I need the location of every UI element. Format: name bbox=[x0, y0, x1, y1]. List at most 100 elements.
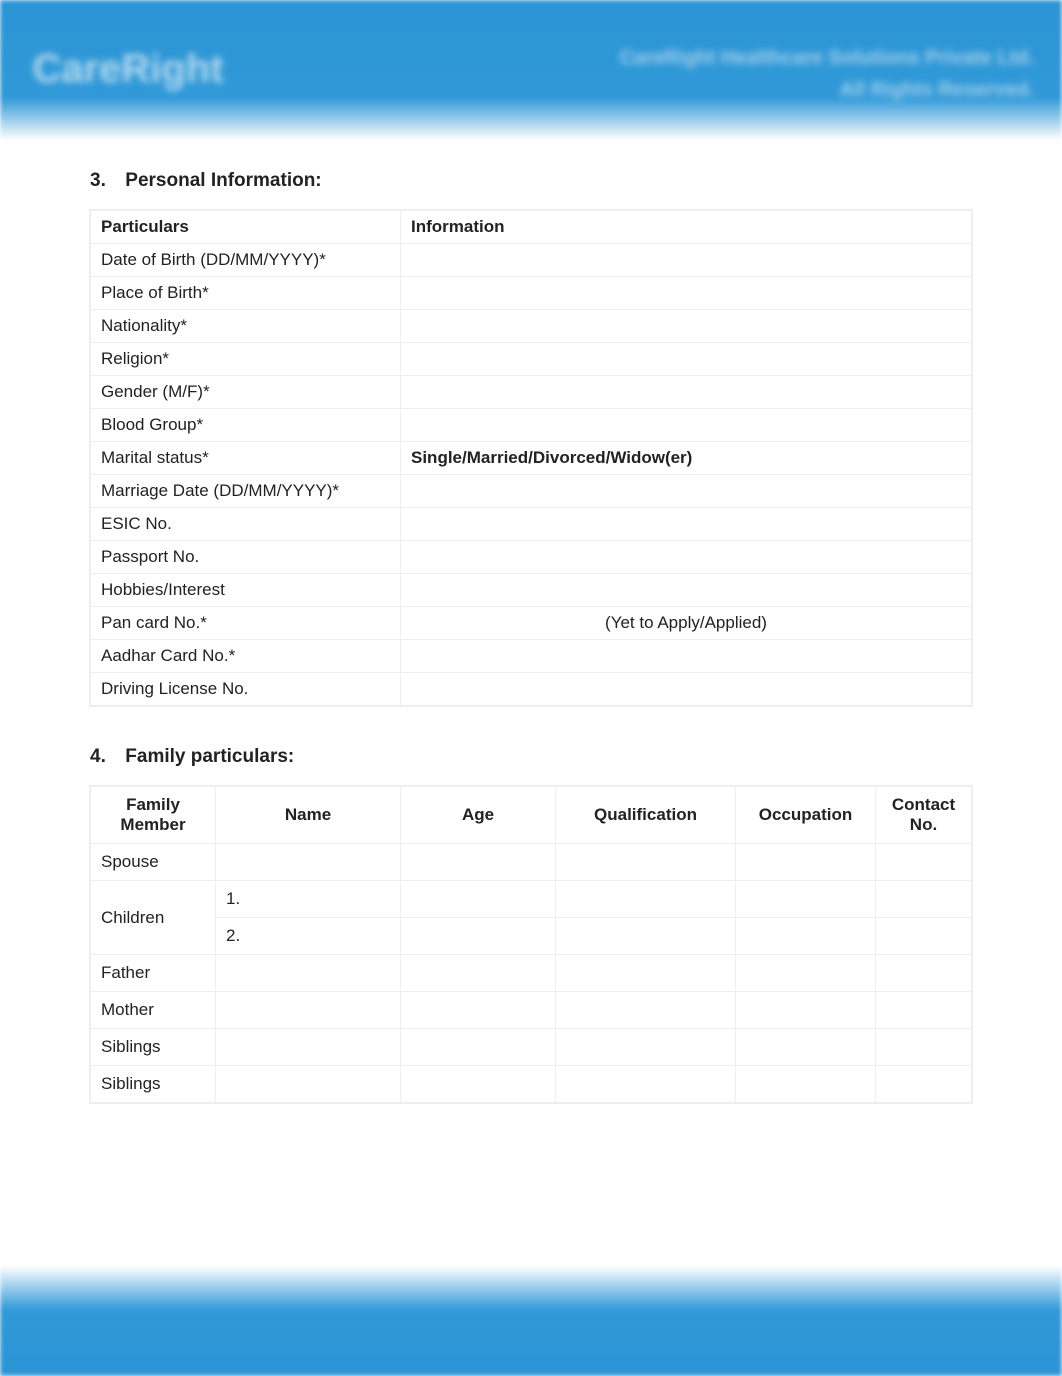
section4-number: 4. bbox=[90, 746, 120, 768]
family-contact-cell[interactable] bbox=[876, 955, 972, 992]
information-cell[interactable] bbox=[401, 673, 972, 706]
family-occupation-cell[interactable] bbox=[736, 844, 876, 881]
personal-info-table: Particulars Information Date of Birth (D… bbox=[90, 210, 972, 706]
table-row: Aadhar Card No.* bbox=[91, 640, 972, 673]
table-row: Passport No. bbox=[91, 541, 972, 574]
section3-number: 3. bbox=[90, 170, 120, 192]
fam-col-qualification-header: Qualification bbox=[556, 787, 736, 844]
information-cell[interactable] bbox=[401, 640, 972, 673]
section3-title-text: Personal Information: bbox=[125, 170, 321, 191]
family-member-cell: Mother bbox=[91, 992, 216, 1029]
fam-col-member-header: Family Member bbox=[91, 787, 216, 844]
information-cell[interactable] bbox=[401, 310, 972, 343]
family-contact-cell[interactable] bbox=[876, 1029, 972, 1066]
family-contact-cell[interactable] bbox=[876, 881, 972, 918]
family-contact-cell[interactable] bbox=[876, 992, 972, 1029]
particulars-cell: Date of Birth (DD/MM/YYYY)* bbox=[91, 244, 401, 277]
family-occupation-cell[interactable] bbox=[736, 1029, 876, 1066]
particulars-cell: Blood Group* bbox=[91, 409, 401, 442]
family-age-cell[interactable] bbox=[401, 992, 556, 1029]
information-cell[interactable]: (Yet to Apply/Applied) bbox=[401, 607, 972, 640]
fam-col-contact-header: Contact No. bbox=[876, 787, 972, 844]
family-name-cell[interactable] bbox=[216, 1066, 401, 1103]
table-row: Date of Birth (DD/MM/YYYY)* bbox=[91, 244, 972, 277]
family-name-cell[interactable]: 1. bbox=[216, 881, 401, 918]
table-row: Blood Group* bbox=[91, 409, 972, 442]
particulars-cell: Driving License No. bbox=[91, 673, 401, 706]
family-occupation-cell[interactable] bbox=[736, 992, 876, 1029]
table-row: Hobbies/Interest bbox=[91, 574, 972, 607]
particulars-cell: ESIC No. bbox=[91, 508, 401, 541]
table-header-row: Particulars Information bbox=[91, 211, 972, 244]
information-cell[interactable] bbox=[401, 244, 972, 277]
col-particulars-header: Particulars bbox=[91, 211, 401, 244]
information-cell[interactable] bbox=[401, 376, 972, 409]
family-occupation-cell[interactable] bbox=[736, 955, 876, 992]
family-contact-cell[interactable] bbox=[876, 1066, 972, 1103]
table-row: Pan card No.*(Yet to Apply/Applied) bbox=[91, 607, 972, 640]
information-value: (Yet to Apply/Applied) bbox=[411, 613, 961, 633]
particulars-cell: Passport No. bbox=[91, 541, 401, 574]
table-row: Siblings bbox=[91, 1066, 972, 1103]
family-qualification-cell[interactable] bbox=[556, 1066, 736, 1103]
family-qualification-cell[interactable] bbox=[556, 918, 736, 955]
family-occupation-cell[interactable] bbox=[736, 918, 876, 955]
information-cell[interactable] bbox=[401, 574, 972, 607]
family-qualification-cell[interactable] bbox=[556, 844, 736, 881]
table-row: Driving License No. bbox=[91, 673, 972, 706]
table-row: Father bbox=[91, 955, 972, 992]
section4-title-text: Family particulars: bbox=[125, 746, 294, 767]
family-member-cell: Siblings bbox=[91, 1066, 216, 1103]
family-contact-cell[interactable] bbox=[876, 844, 972, 881]
information-cell[interactable] bbox=[401, 541, 972, 574]
information-cell[interactable] bbox=[401, 277, 972, 310]
family-name-cell[interactable] bbox=[216, 992, 401, 1029]
table-row: Spouse bbox=[91, 844, 972, 881]
family-table-header-row: Family Member Name Age Qualification Occ… bbox=[91, 787, 972, 844]
header-company-line2: All Rights Reserved. bbox=[619, 74, 1034, 106]
table-row: Children1. bbox=[91, 881, 972, 918]
family-age-cell[interactable] bbox=[401, 881, 556, 918]
family-name-cell[interactable] bbox=[216, 1029, 401, 1066]
particulars-cell: Nationality* bbox=[91, 310, 401, 343]
family-name-cell[interactable] bbox=[216, 955, 401, 992]
table-row: Marriage Date (DD/MM/YYYY)* bbox=[91, 475, 972, 508]
family-name-cell[interactable] bbox=[216, 844, 401, 881]
family-qualification-cell[interactable] bbox=[556, 881, 736, 918]
information-cell[interactable] bbox=[401, 343, 972, 376]
family-occupation-cell[interactable] bbox=[736, 881, 876, 918]
family-age-cell[interactable] bbox=[401, 918, 556, 955]
information-cell[interactable]: Single/Married/Divorced/Widow(er) bbox=[401, 442, 972, 475]
particulars-cell: Gender (M/F)* bbox=[91, 376, 401, 409]
family-member-cell: Father bbox=[91, 955, 216, 992]
header-band: CareRight CareRight Healthcare Solutions… bbox=[0, 0, 1062, 140]
table-row: Gender (M/F)* bbox=[91, 376, 972, 409]
family-qualification-cell[interactable] bbox=[556, 992, 736, 1029]
table-row: ESIC No. bbox=[91, 508, 972, 541]
fam-col-name-header: Name bbox=[216, 787, 401, 844]
table-row: Siblings bbox=[91, 1029, 972, 1066]
family-age-cell[interactable] bbox=[401, 844, 556, 881]
information-cell[interactable] bbox=[401, 475, 972, 508]
family-age-cell[interactable] bbox=[401, 1029, 556, 1066]
particulars-cell: Hobbies/Interest bbox=[91, 574, 401, 607]
family-member-cell: Siblings bbox=[91, 1029, 216, 1066]
information-value: Single/Married/Divorced/Widow(er) bbox=[411, 448, 692, 467]
table-row: Nationality* bbox=[91, 310, 972, 343]
family-age-cell[interactable] bbox=[401, 1066, 556, 1103]
family-age-cell[interactable] bbox=[401, 955, 556, 992]
header-company-text: CareRight Healthcare Solutions Private L… bbox=[619, 42, 1034, 106]
information-cell[interactable] bbox=[401, 409, 972, 442]
family-name-cell[interactable]: 2. bbox=[216, 918, 401, 955]
family-qualification-cell[interactable] bbox=[556, 955, 736, 992]
family-occupation-cell[interactable] bbox=[736, 1066, 876, 1103]
family-contact-cell[interactable] bbox=[876, 918, 972, 955]
table-row: 2. bbox=[91, 918, 972, 955]
family-qualification-cell[interactable] bbox=[556, 1029, 736, 1066]
particulars-cell: Marital status* bbox=[91, 442, 401, 475]
header-company-line1: CareRight Healthcare Solutions Private L… bbox=[619, 42, 1034, 74]
form-page: CareRight CareRight Healthcare Solutions… bbox=[0, 0, 1062, 1376]
section3-heading: 3. Personal Information: bbox=[90, 170, 972, 192]
particulars-cell: Aadhar Card No.* bbox=[91, 640, 401, 673]
information-cell[interactable] bbox=[401, 508, 972, 541]
